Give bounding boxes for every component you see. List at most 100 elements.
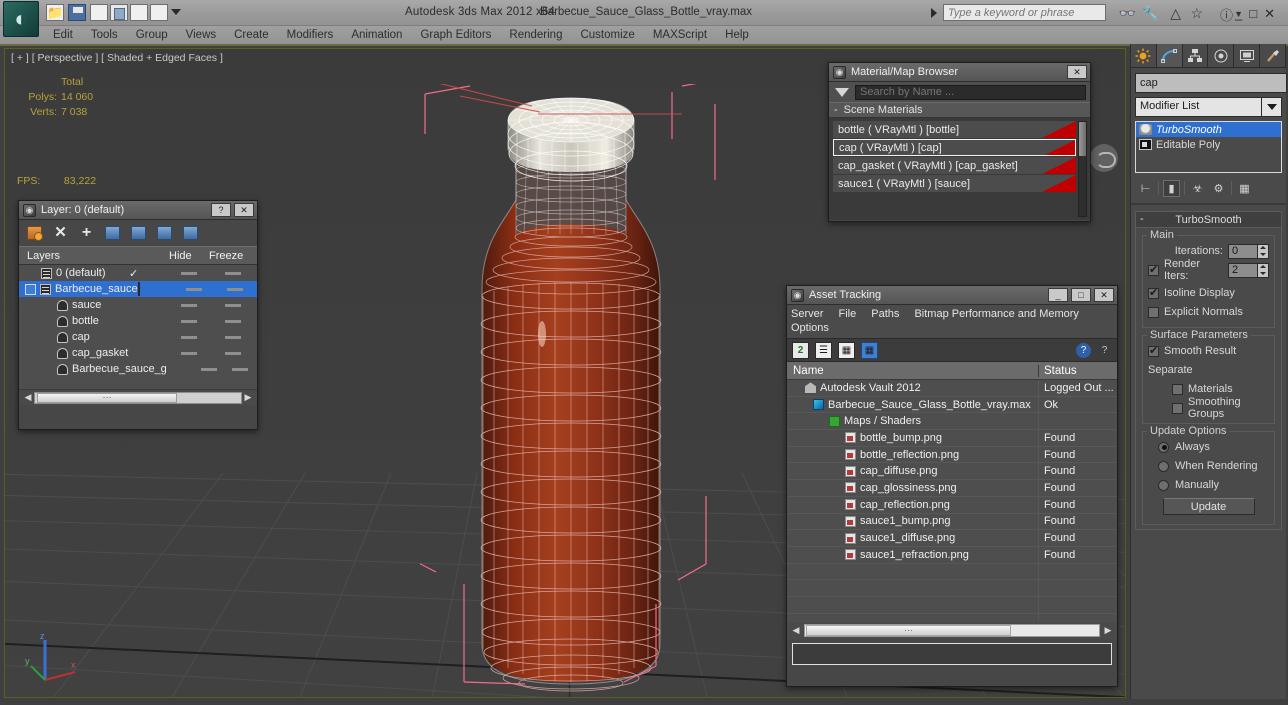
layer-active-check[interactable]: ✓ bbox=[129, 267, 169, 280]
menu-item-server[interactable]: Server bbox=[791, 308, 823, 320]
scroll-right-arrow[interactable]: ▶ bbox=[1102, 625, 1114, 636]
render-iters-row[interactable]: Render Iters: bbox=[1148, 258, 1269, 282]
modifier-stack-item-editable-poly[interactable]: Editable Poly bbox=[1136, 137, 1281, 152]
quick-access-button[interactable] bbox=[150, 4, 168, 21]
display-tab[interactable] bbox=[1234, 44, 1261, 67]
menu-item-tools[interactable]: Tools bbox=[82, 26, 127, 44]
menu-item-modifiers[interactable]: Modifiers bbox=[278, 26, 343, 44]
table-row[interactable] bbox=[787, 613, 1117, 622]
freeze-toggle[interactable] bbox=[209, 335, 257, 339]
hide-toggle[interactable] bbox=[169, 271, 209, 275]
make-unique-icon[interactable]: ☣ bbox=[1189, 180, 1206, 197]
modifier-stack-item-turbosmooth[interactable]: TurboSmooth bbox=[1136, 122, 1281, 137]
add-selection-icon[interactable] bbox=[183, 226, 198, 240]
render-iters-checkbox[interactable] bbox=[1148, 263, 1159, 276]
menu-item-views[interactable]: Views bbox=[177, 26, 225, 44]
menu-item-group[interactable]: Group bbox=[127, 26, 177, 44]
menu-item-help[interactable]: Help bbox=[716, 26, 758, 44]
scrollbar-thumb[interactable] bbox=[1079, 122, 1086, 156]
scrollbar-track[interactable]: ⋯ bbox=[804, 624, 1100, 637]
thumbnail-view-icon[interactable]: ▦ bbox=[838, 341, 855, 359]
asset-horizontal-scrollbar[interactable]: ◀ ⋯ ▶ bbox=[787, 622, 1117, 639]
help-icon[interactable]: ⓘ bbox=[1220, 5, 1233, 24]
layer-window-title-bar[interactable]: ◉ Layer: 0 (default) ? ✕ bbox=[19, 201, 257, 220]
context-help-icon[interactable]: ? bbox=[1097, 343, 1112, 358]
highlight-selected-icon[interactable] bbox=[157, 226, 172, 240]
table-row[interactable]: bottle_bump.png Found bbox=[787, 430, 1117, 447]
set-key-button[interactable] bbox=[110, 4, 128, 21]
remove-modifier-icon[interactable]: ⚙ bbox=[1210, 180, 1227, 197]
menu-item-customize[interactable]: Customize bbox=[571, 26, 643, 44]
table-row[interactable]: cap_glossiness.png Found bbox=[787, 480, 1117, 497]
iterations-spinner[interactable] bbox=[1258, 243, 1269, 259]
table-row[interactable] bbox=[787, 563, 1117, 581]
undo-button[interactable] bbox=[90, 4, 108, 21]
menu-item-file[interactable]: File bbox=[838, 308, 856, 320]
command-panel[interactable]: Modifier List TurboSmooth Editable Poly … bbox=[1130, 44, 1287, 699]
table-row[interactable]: Barbecue_Sauce_Glass_Bottle_vray.max Ok bbox=[787, 396, 1117, 414]
object-name-input[interactable] bbox=[1135, 73, 1287, 93]
freeze-toggle[interactable] bbox=[223, 367, 257, 371]
table-row[interactable]: cap_diffuse.png Found bbox=[787, 463, 1117, 481]
material-row-sauce1[interactable]: sauce1 ( VRayMtl ) [sauce] bbox=[833, 175, 1076, 192]
select-objects-icon[interactable] bbox=[105, 226, 120, 240]
create-tab[interactable] bbox=[1131, 44, 1157, 67]
layer-horizontal-scrollbar[interactable]: ◀ ⋯ ▶ bbox=[19, 389, 257, 405]
menu-item-rendering[interactable]: Rendering bbox=[500, 26, 571, 44]
expand-collapse-icon[interactable] bbox=[25, 283, 36, 295]
layer-row-barbecue-sauce[interactable]: Barbecue_sauce bbox=[19, 281, 257, 297]
table-row[interactable]: Autodesk Vault 2012 Logged Out ... bbox=[787, 380, 1117, 397]
material-list-scrollbar[interactable] bbox=[1078, 121, 1087, 217]
pin-stack-icon[interactable]: ⊢ bbox=[1137, 180, 1154, 197]
update-when-rendering-radio[interactable] bbox=[1158, 460, 1169, 472]
show-end-result-icon[interactable]: ▮ bbox=[1163, 179, 1180, 197]
table-row[interactable]: sauce1_refraction.png Found bbox=[787, 546, 1117, 564]
table-row[interactable] bbox=[787, 580, 1117, 597]
asset-tracking-title-bar[interactable]: ◉ Asset Tracking _ □ ✕ bbox=[787, 286, 1117, 305]
menu-item-edit[interactable]: Edit bbox=[44, 26, 82, 44]
vault-icon[interactable]: 2 bbox=[792, 341, 809, 359]
layer-active-check[interactable] bbox=[137, 282, 175, 296]
smooth-result-checkbox[interactable] bbox=[1148, 344, 1159, 357]
modifier-stack[interactable]: TurboSmooth Editable Poly bbox=[1135, 121, 1282, 173]
command-panel-tabs[interactable] bbox=[1131, 44, 1286, 68]
scrollbar-thumb[interactable]: ⋯ bbox=[806, 625, 1011, 636]
object-name-row[interactable] bbox=[1135, 73, 1287, 93]
freeze-toggle[interactable] bbox=[209, 351, 257, 355]
window-controls[interactable]: _□✕ bbox=[1235, 6, 1282, 22]
table-row[interactable]: sauce1_diffuse.png Found bbox=[787, 530, 1117, 547]
layer-row-cap[interactable]: cap bbox=[19, 329, 257, 345]
collapse-icon[interactable]: - bbox=[1140, 213, 1144, 225]
table-row[interactable]: sauce1_bump.png Found bbox=[787, 513, 1117, 531]
material-list[interactable]: bottle ( VRayMtl ) [bottle] cap ( VRayMt… bbox=[829, 118, 1090, 220]
isoline-display-checkbox[interactable] bbox=[1148, 286, 1159, 299]
asset-menu-bar[interactable]: Server File Paths Bitmap Performance and… bbox=[787, 305, 1117, 338]
table-view-icon[interactable]: ▦ bbox=[861, 341, 878, 359]
scene-materials-section-header[interactable]: - Scene Materials bbox=[829, 102, 1090, 118]
configure-modifier-sets-icon[interactable]: ▦ bbox=[1236, 180, 1253, 197]
help-icon[interactable]: ? bbox=[1076, 342, 1091, 358]
material-search-input[interactable] bbox=[855, 84, 1086, 100]
render-iters-input[interactable] bbox=[1228, 262, 1258, 278]
open-file-button[interactable]: 📁 bbox=[46, 4, 64, 21]
layer-row-sauce[interactable]: sauce bbox=[19, 297, 257, 313]
separate-smoothing-groups-checkbox[interactable] bbox=[1172, 402, 1183, 414]
asset-toolbar[interactable]: 2 ☰ ▦ ▦ ? ? bbox=[787, 338, 1117, 362]
light-bulb-icon[interactable] bbox=[1139, 124, 1152, 135]
redo-button[interactable] bbox=[130, 4, 148, 21]
freeze-toggle[interactable] bbox=[209, 303, 257, 307]
separate-smoothing-groups-row[interactable]: Smoothing Groups bbox=[1148, 396, 1269, 420]
asset-tracking-window[interactable]: ◉ Asset Tracking _ □ ✕ Server File Paths… bbox=[786, 285, 1118, 687]
render-iters-spinner[interactable] bbox=[1258, 262, 1269, 278]
menu-item-bitmap-performance[interactable]: Bitmap Performance and Memory bbox=[914, 308, 1078, 320]
separate-materials-row[interactable]: Materials bbox=[1148, 381, 1269, 397]
modifier-list-row[interactable]: Modifier List bbox=[1135, 97, 1282, 117]
update-always-row[interactable]: Always bbox=[1148, 439, 1269, 455]
update-manually-row[interactable]: Manually bbox=[1148, 477, 1269, 493]
layer-toolbar[interactable]: ✕ + bbox=[19, 220, 257, 246]
iterations-row[interactable]: Iterations: bbox=[1148, 243, 1269, 259]
explicit-normals-checkbox[interactable] bbox=[1148, 306, 1159, 318]
layer-row-cap-gasket[interactable]: cap_gasket bbox=[19, 345, 257, 361]
hide-toggle[interactable] bbox=[195, 367, 223, 371]
table-row[interactable]: Maps / Shaders bbox=[787, 413, 1117, 431]
